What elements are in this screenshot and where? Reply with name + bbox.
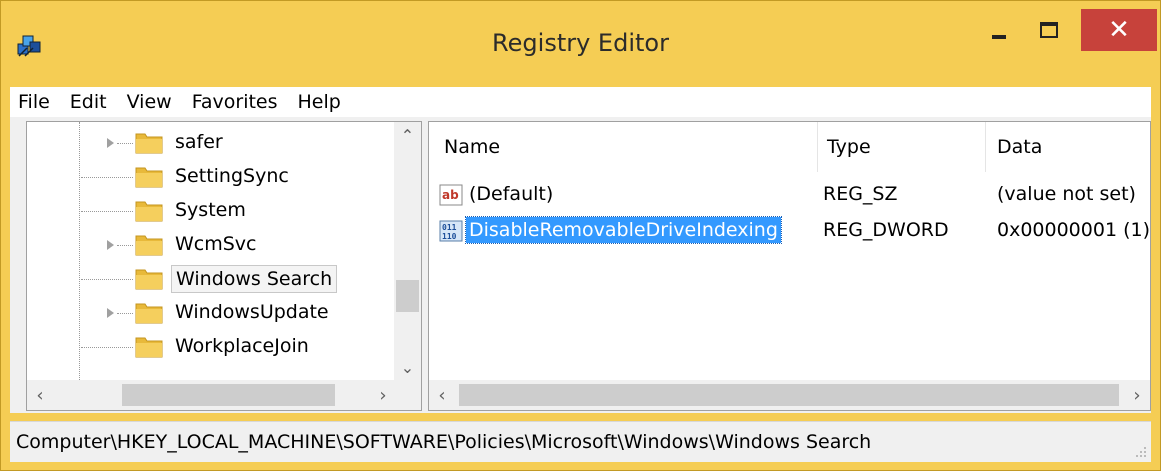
close-button[interactable]: ✕: [1081, 9, 1157, 51]
close-icon: ✕: [1108, 15, 1130, 45]
scroll-corner: [394, 380, 421, 410]
client-area: safer SettingSync System WcmSvc Windows …: [10, 117, 1151, 413]
menu-edit[interactable]: Edit: [60, 91, 117, 113]
column-divider[interactable]: [985, 122, 986, 172]
maximize-button[interactable]: [1026, 10, 1072, 50]
list-horizontal-scroll-thumb[interactable]: [459, 384, 1119, 406]
tree-item-system[interactable]: System: [27, 194, 397, 228]
column-header-name[interactable]: Name: [444, 136, 500, 158]
folder-icon: [135, 201, 163, 222]
expand-arrow-icon[interactable]: [107, 138, 114, 148]
minimize-button[interactable]: [976, 10, 1022, 50]
column-header-type[interactable]: Type: [827, 136, 871, 158]
menu-view[interactable]: View: [117, 91, 182, 113]
tree-item-windowsupdate[interactable]: WindowsUpdate: [27, 296, 397, 330]
folder-icon: [135, 133, 163, 154]
key-tree: safer SettingSync System WcmSvc Windows …: [27, 122, 397, 380]
tree-connector: [117, 313, 133, 314]
minimize-icon: [992, 35, 1006, 39]
expand-arrow-icon[interactable]: [107, 240, 114, 250]
menu-favorites[interactable]: Favorites: [182, 91, 288, 113]
tree-horizontal-scroll-thumb[interactable]: [122, 384, 335, 406]
folder-icon: [135, 303, 163, 324]
list-horizontal-scrollbar[interactable]: ‹ ›: [429, 380, 1150, 410]
value-name: (Default): [469, 183, 554, 205]
column-header-data[interactable]: Data: [997, 136, 1042, 158]
registry-editor-window: Registry Editor ✕ File Edit View Favorit…: [0, 0, 1161, 471]
folder-icon: [135, 269, 163, 290]
tree-item-label: System: [175, 199, 246, 221]
value-data: 0x00000001 (1): [997, 219, 1150, 241]
tree-item-label: WorkplaceJoin: [175, 335, 309, 357]
scroll-right-icon[interactable]: ›: [370, 380, 396, 410]
scroll-up-icon[interactable]: ⌃: [394, 122, 421, 148]
tree-connector: [81, 211, 133, 212]
tree-item-windows-search[interactable]: Windows Search: [27, 262, 397, 296]
tree-horizontal-scrollbar[interactable]: ‹ ›: [27, 380, 396, 410]
tree-item-safer[interactable]: safer: [27, 126, 397, 160]
menu-help[interactable]: Help: [288, 91, 351, 113]
tree-connector: [117, 143, 133, 144]
tree-item-wcmsvc[interactable]: WcmSvc: [27, 228, 397, 262]
tree-connector: [81, 279, 133, 280]
folder-icon: [135, 235, 163, 256]
svg-text:110: 110: [442, 232, 457, 241]
maximize-icon: [1040, 22, 1058, 38]
tree-item-label: WindowsUpdate: [175, 301, 329, 323]
svg-text:011: 011: [442, 223, 457, 232]
column-divider[interactable]: [817, 122, 818, 172]
scroll-left-icon[interactable]: ‹: [27, 380, 53, 410]
value-name: DisableRemovableDriveIndexing: [465, 216, 782, 244]
tree-connector: [81, 177, 133, 178]
tree-item-label: WcmSvc: [175, 233, 257, 255]
scroll-right-icon[interactable]: ›: [1124, 380, 1150, 410]
folder-icon: [135, 337, 163, 358]
string-value-icon: ab: [439, 184, 463, 206]
binary-value-icon: 011 110: [439, 220, 463, 242]
value-type: REG_SZ: [823, 183, 898, 205]
status-bar: Computer\HKEY_LOCAL_MACHINE\SOFTWARE\Pol…: [10, 421, 1151, 462]
value-data: (value not set): [997, 183, 1136, 205]
tree-vertical-scrollbar[interactable]: ⌃ ⌄: [394, 122, 421, 380]
list-item-selected[interactable]: 011 110 DisableRemovableDriveIndexing RE…: [429, 214, 1150, 248]
tree-item-settingsync[interactable]: SettingSync: [27, 160, 397, 194]
value-type: REG_DWORD: [823, 219, 949, 241]
scroll-down-icon[interactable]: ⌄: [394, 354, 421, 380]
tree-connector: [81, 347, 133, 348]
svg-text:ab: ab: [442, 188, 459, 202]
folder-icon: [135, 167, 163, 188]
tree-item-label: Windows Search: [171, 265, 338, 293]
tree-vertical-scroll-thumb[interactable]: [396, 280, 419, 312]
tree-item-label: safer: [175, 131, 223, 153]
values-list-pane: Name Type Data ab (Default) REG_SZ (valu…: [428, 121, 1151, 411]
tree-item-label: SettingSync: [175, 165, 289, 187]
status-path: Computer\HKEY_LOCAL_MACHINE\SOFTWARE\Pol…: [16, 431, 872, 453]
resize-grip-icon[interactable]: [1133, 444, 1147, 458]
tree-connector: [117, 245, 133, 246]
expand-arrow-icon[interactable]: [107, 308, 114, 318]
key-tree-pane: safer SettingSync System WcmSvc Windows …: [26, 121, 422, 411]
list-header: Name Type Data: [429, 122, 1150, 172]
menu-bar: File Edit View Favorites Help: [10, 87, 1151, 117]
title-bar[interactable]: Registry Editor ✕: [1, 1, 1160, 87]
menu-file[interactable]: File: [10, 91, 60, 113]
scroll-left-icon[interactable]: ‹: [429, 380, 455, 410]
tree-item-workplacejoin[interactable]: WorkplaceJoin: [27, 330, 397, 364]
list-item[interactable]: ab (Default) REG_SZ (value not set): [429, 178, 1150, 212]
